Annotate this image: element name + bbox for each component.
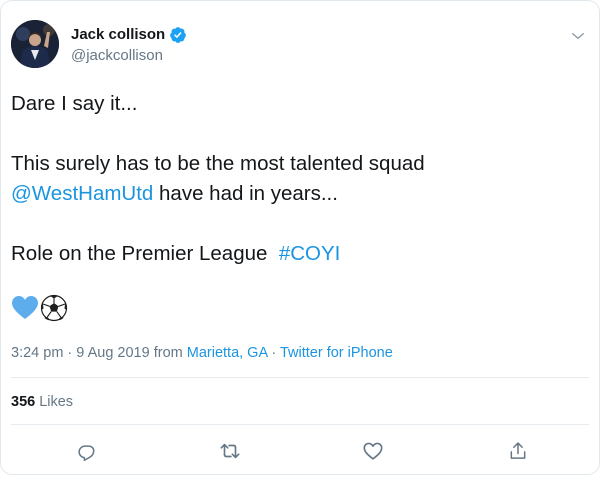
reply-button[interactable] [75,439,99,463]
meta-separator: · [267,345,280,361]
retweet-button[interactable] [218,439,242,463]
tweet-text-line: This surely has to be the most talented … [11,152,425,175]
likes-label: Likes [39,394,74,410]
chevron-down-icon[interactable] [569,27,587,45]
verified-badge-icon [169,26,187,44]
tweet-text-line: @WestHamUtd have had in years... [11,179,581,209]
blue-heart-emoji-icon [11,295,39,326]
tweet-text-fragment: have had in years... [153,182,338,205]
likes-count: 356 [11,394,36,410]
tweet-metadata: 3:24 pm · 9 Aug 2019 from Marietta, GA ·… [11,343,393,363]
tweet-text: Dare I say it... This surely has to be t… [11,89,581,269]
tweet-card: Jack collison @jackcollison Dare I say i… [0,0,600,475]
share-button[interactable] [506,439,530,463]
action-bar [1,439,599,463]
mention-link[interactable]: @WestHamUtd [11,182,153,205]
avatar[interactable] [11,20,59,68]
emoji-row [11,294,68,327]
divider [11,424,589,425]
author-display-name[interactable]: Jack collison [71,26,165,44]
meta-separator: · [63,345,77,361]
source-link[interactable]: Twitter for iPhone [280,345,393,361]
soccer-ball-emoji-icon [40,294,68,327]
location-link[interactable]: Marietta, GA [187,345,268,361]
tweet-date[interactable]: 9 Aug 2019 [76,345,149,361]
avatar-image [11,20,59,68]
author-handle[interactable]: @jackcollison [71,47,163,65]
divider [11,377,589,378]
like-button[interactable] [361,439,385,463]
retweet-icon [220,443,240,459]
tweet-text-line: Role on the Premier League #COYI [11,239,581,269]
tweet-timestamp[interactable]: 3:24 pm [11,345,63,361]
share-icon [510,442,526,459]
hashtag-link[interactable]: #COYI [279,242,341,265]
tweet-text-line: Dare I say it... [11,92,138,115]
heart-icon [363,442,383,460]
author-name-row[interactable]: Jack collison [71,26,187,44]
likes-stat[interactable]: 356 Likes [11,392,73,412]
reply-icon [78,445,95,461]
tweet-text-fragment: Role on the Premier League [11,242,279,265]
meta-from-label: from [149,345,187,361]
